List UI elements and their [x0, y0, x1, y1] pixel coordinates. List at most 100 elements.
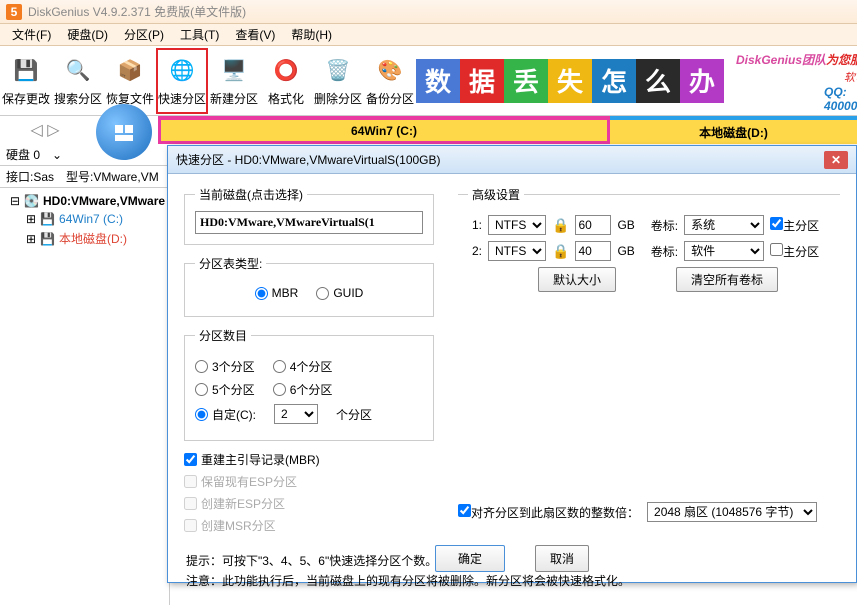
cancel-button[interactable]: 取消: [535, 545, 589, 572]
app-logo-icon: 5: [6, 4, 22, 20]
trash-icon: 🗑️: [322, 54, 354, 86]
chevron-down-icon[interactable]: ⌄: [52, 148, 62, 162]
ok-button[interactable]: 确定: [435, 545, 505, 572]
tree-d-label: 本地磁盘(D:): [59, 230, 127, 247]
advanced-legend: 高级设置: [468, 186, 524, 203]
tree-root-label: HD0:VMware,VMware: [43, 194, 165, 208]
chk-keep-esp: 保留现有ESP分区: [184, 473, 297, 490]
menu-tool[interactable]: 工具(T): [172, 24, 227, 45]
format-button[interactable]: ⭕格式化: [260, 48, 312, 114]
partition-c[interactable]: 64Win7 (C:): [158, 116, 610, 144]
lock-icon[interactable]: 🔒: [552, 217, 569, 234]
banner-char: 怎: [592, 59, 636, 103]
chk-rebuild-mbr[interactable]: 重建主引导记录(MBR): [184, 451, 320, 468]
row1-fs[interactable]: NTFS: [488, 215, 546, 235]
table-type-legend: 分区表类型:: [195, 255, 266, 272]
disk-index: 硬盘 0: [6, 146, 40, 163]
plus-icon[interactable]: ⊞: [26, 212, 36, 226]
minus-icon[interactable]: ⊟: [10, 194, 20, 208]
table-type-group: 分区表类型: MBR GUID: [184, 255, 434, 317]
window-title-bar: 5 DiskGenius V4.9.2.371 免费版(单文件版): [0, 0, 857, 24]
custom-unit: 个分区: [336, 406, 372, 423]
row1-primary[interactable]: 主分区: [770, 217, 819, 234]
disk-iface: 接口:Sas: [6, 168, 54, 185]
search-label: 搜索分区: [54, 90, 102, 107]
close-button[interactable]: ✕: [824, 151, 848, 169]
new-icon: 🖥️: [218, 54, 250, 86]
partition-row-2: 2: NTFS 🔒 GB 卷标: 软件 主分区: [468, 241, 830, 261]
banner-qq-label: QQ:: [824, 85, 847, 99]
chk-make-esp: 创建新ESP分区: [184, 495, 285, 512]
row2-fs[interactable]: NTFS: [488, 241, 546, 261]
recover-icon: 📦: [114, 54, 146, 86]
row2-size[interactable]: [575, 241, 611, 261]
advanced-group: 高级设置 1: NTFS 🔒 GB 卷标: 系统 主分区 2: NTFS 🔒: [458, 186, 840, 302]
custom-count-select[interactable]: 2: [274, 404, 318, 424]
banner-qq: 4000089: [824, 99, 857, 113]
magnifier-icon: 🔍: [62, 54, 94, 86]
row1-label-l: 卷标:: [651, 217, 678, 234]
row2-primary[interactable]: 主分区: [770, 243, 819, 260]
delete-label: 删除分区: [314, 90, 362, 107]
radio-6[interactable]: 6个分区: [273, 381, 333, 398]
new-label: 新建分区: [210, 90, 258, 107]
banner-char: 办: [680, 59, 724, 103]
radio-5[interactable]: 5个分区: [195, 381, 255, 398]
clear-labels-button[interactable]: 清空所有卷标: [676, 267, 778, 292]
radio-3[interactable]: 3个分区: [195, 358, 255, 375]
delete-partition-button[interactable]: 🗑️ 删除分区: [312, 48, 364, 114]
banner-char: 据: [460, 59, 504, 103]
menu-help[interactable]: 帮助(H): [283, 24, 340, 45]
floppy-icon: 💾: [10, 54, 42, 86]
drive-icon: 💾: [40, 232, 55, 246]
radio-mbr[interactable]: MBR: [255, 286, 299, 300]
hdd-icon: 💽: [24, 194, 39, 208]
radio-custom[interactable]: 自定(C):: [195, 406, 256, 423]
menu-partition[interactable]: 分区(P): [116, 24, 172, 45]
disk-model: 型号:VMware,VM: [66, 168, 159, 185]
search-partition-button[interactable]: 🔍 搜索分区: [52, 48, 104, 114]
chk-make-msr: 创建MSR分区: [184, 517, 276, 534]
menu-view[interactable]: 查看(V): [227, 24, 283, 45]
row2-num: 2:: [468, 244, 482, 258]
format-label: 格式化: [268, 90, 304, 107]
quick-label: 快速分区: [158, 90, 206, 107]
partition-row-1: 1: NTFS 🔒 GB 卷标: 系统 主分区: [468, 215, 830, 235]
row2-label[interactable]: 软件: [684, 241, 764, 261]
partition-count-group: 分区数目 3个分区 4个分区 5个分区 6个分区 自定(C): 2 个分区: [184, 327, 434, 441]
row1-num: 1:: [468, 218, 482, 232]
default-size-button[interactable]: 默认大小: [538, 267, 616, 292]
radio-4[interactable]: 4个分区: [273, 358, 333, 375]
align-select[interactable]: 2048 扇区 (1048576 字节): [647, 502, 817, 522]
tree-c[interactable]: ⊞💾64Win7 (C:): [4, 210, 165, 228]
banner-hot: 软电:: [844, 69, 857, 85]
save-label: 保存更改: [2, 90, 50, 107]
banner-tag: 为您服: [826, 53, 857, 67]
chk-align[interactable]: 对齐分区到此扇区数的整数倍：: [458, 504, 639, 521]
plus-icon[interactable]: ⊞: [26, 232, 36, 246]
partition-count-legend: 分区数目: [195, 327, 251, 344]
menu-bar: 文件(F) 硬盘(D) 分区(P) 工具(T) 查看(V) 帮助(H): [0, 24, 857, 46]
tree-root[interactable]: ⊟ 💽 HD0:VMware,VMware: [4, 192, 165, 210]
row1-label[interactable]: 系统: [684, 215, 764, 235]
backup-icon: 🎨: [374, 54, 406, 86]
row1-unit: GB: [617, 218, 634, 232]
row1-size[interactable]: [575, 215, 611, 235]
radio-guid[interactable]: GUID: [316, 286, 363, 300]
new-partition-button[interactable]: 🖥️ 新建分区: [208, 48, 260, 114]
quick-partition-button[interactable]: 🌐快速分区: [156, 48, 208, 114]
save-button[interactable]: 💾 保存更改: [0, 48, 52, 114]
banner-char: 么: [636, 59, 680, 103]
tree-d[interactable]: ⊞ 💾 本地磁盘(D:): [4, 228, 165, 249]
nav-arrows[interactable]: ◁ ▷: [0, 116, 90, 144]
menu-file[interactable]: 文件(F): [4, 24, 59, 45]
recover-button[interactable]: 📦恢复文件: [104, 48, 156, 114]
backup-partition-button[interactable]: 🎨备份分区: [364, 48, 416, 114]
lock-icon[interactable]: 🔒: [552, 243, 569, 260]
drive-icon: 💾: [40, 212, 55, 226]
partition-bar: ◁ ▷ 64Win7 (C:) 本地磁盘(D:): [0, 116, 857, 144]
partition-d[interactable]: 本地磁盘(D:): [610, 116, 857, 144]
quick-partition-dialog: 快速分区 - HD0:VMware,VMwareVirtualS(100GB) …: [167, 145, 857, 583]
menu-disk[interactable]: 硬盘(D): [59, 24, 116, 45]
current-disk-select[interactable]: HD0:VMware,VMwareVirtualS(1: [195, 211, 423, 234]
